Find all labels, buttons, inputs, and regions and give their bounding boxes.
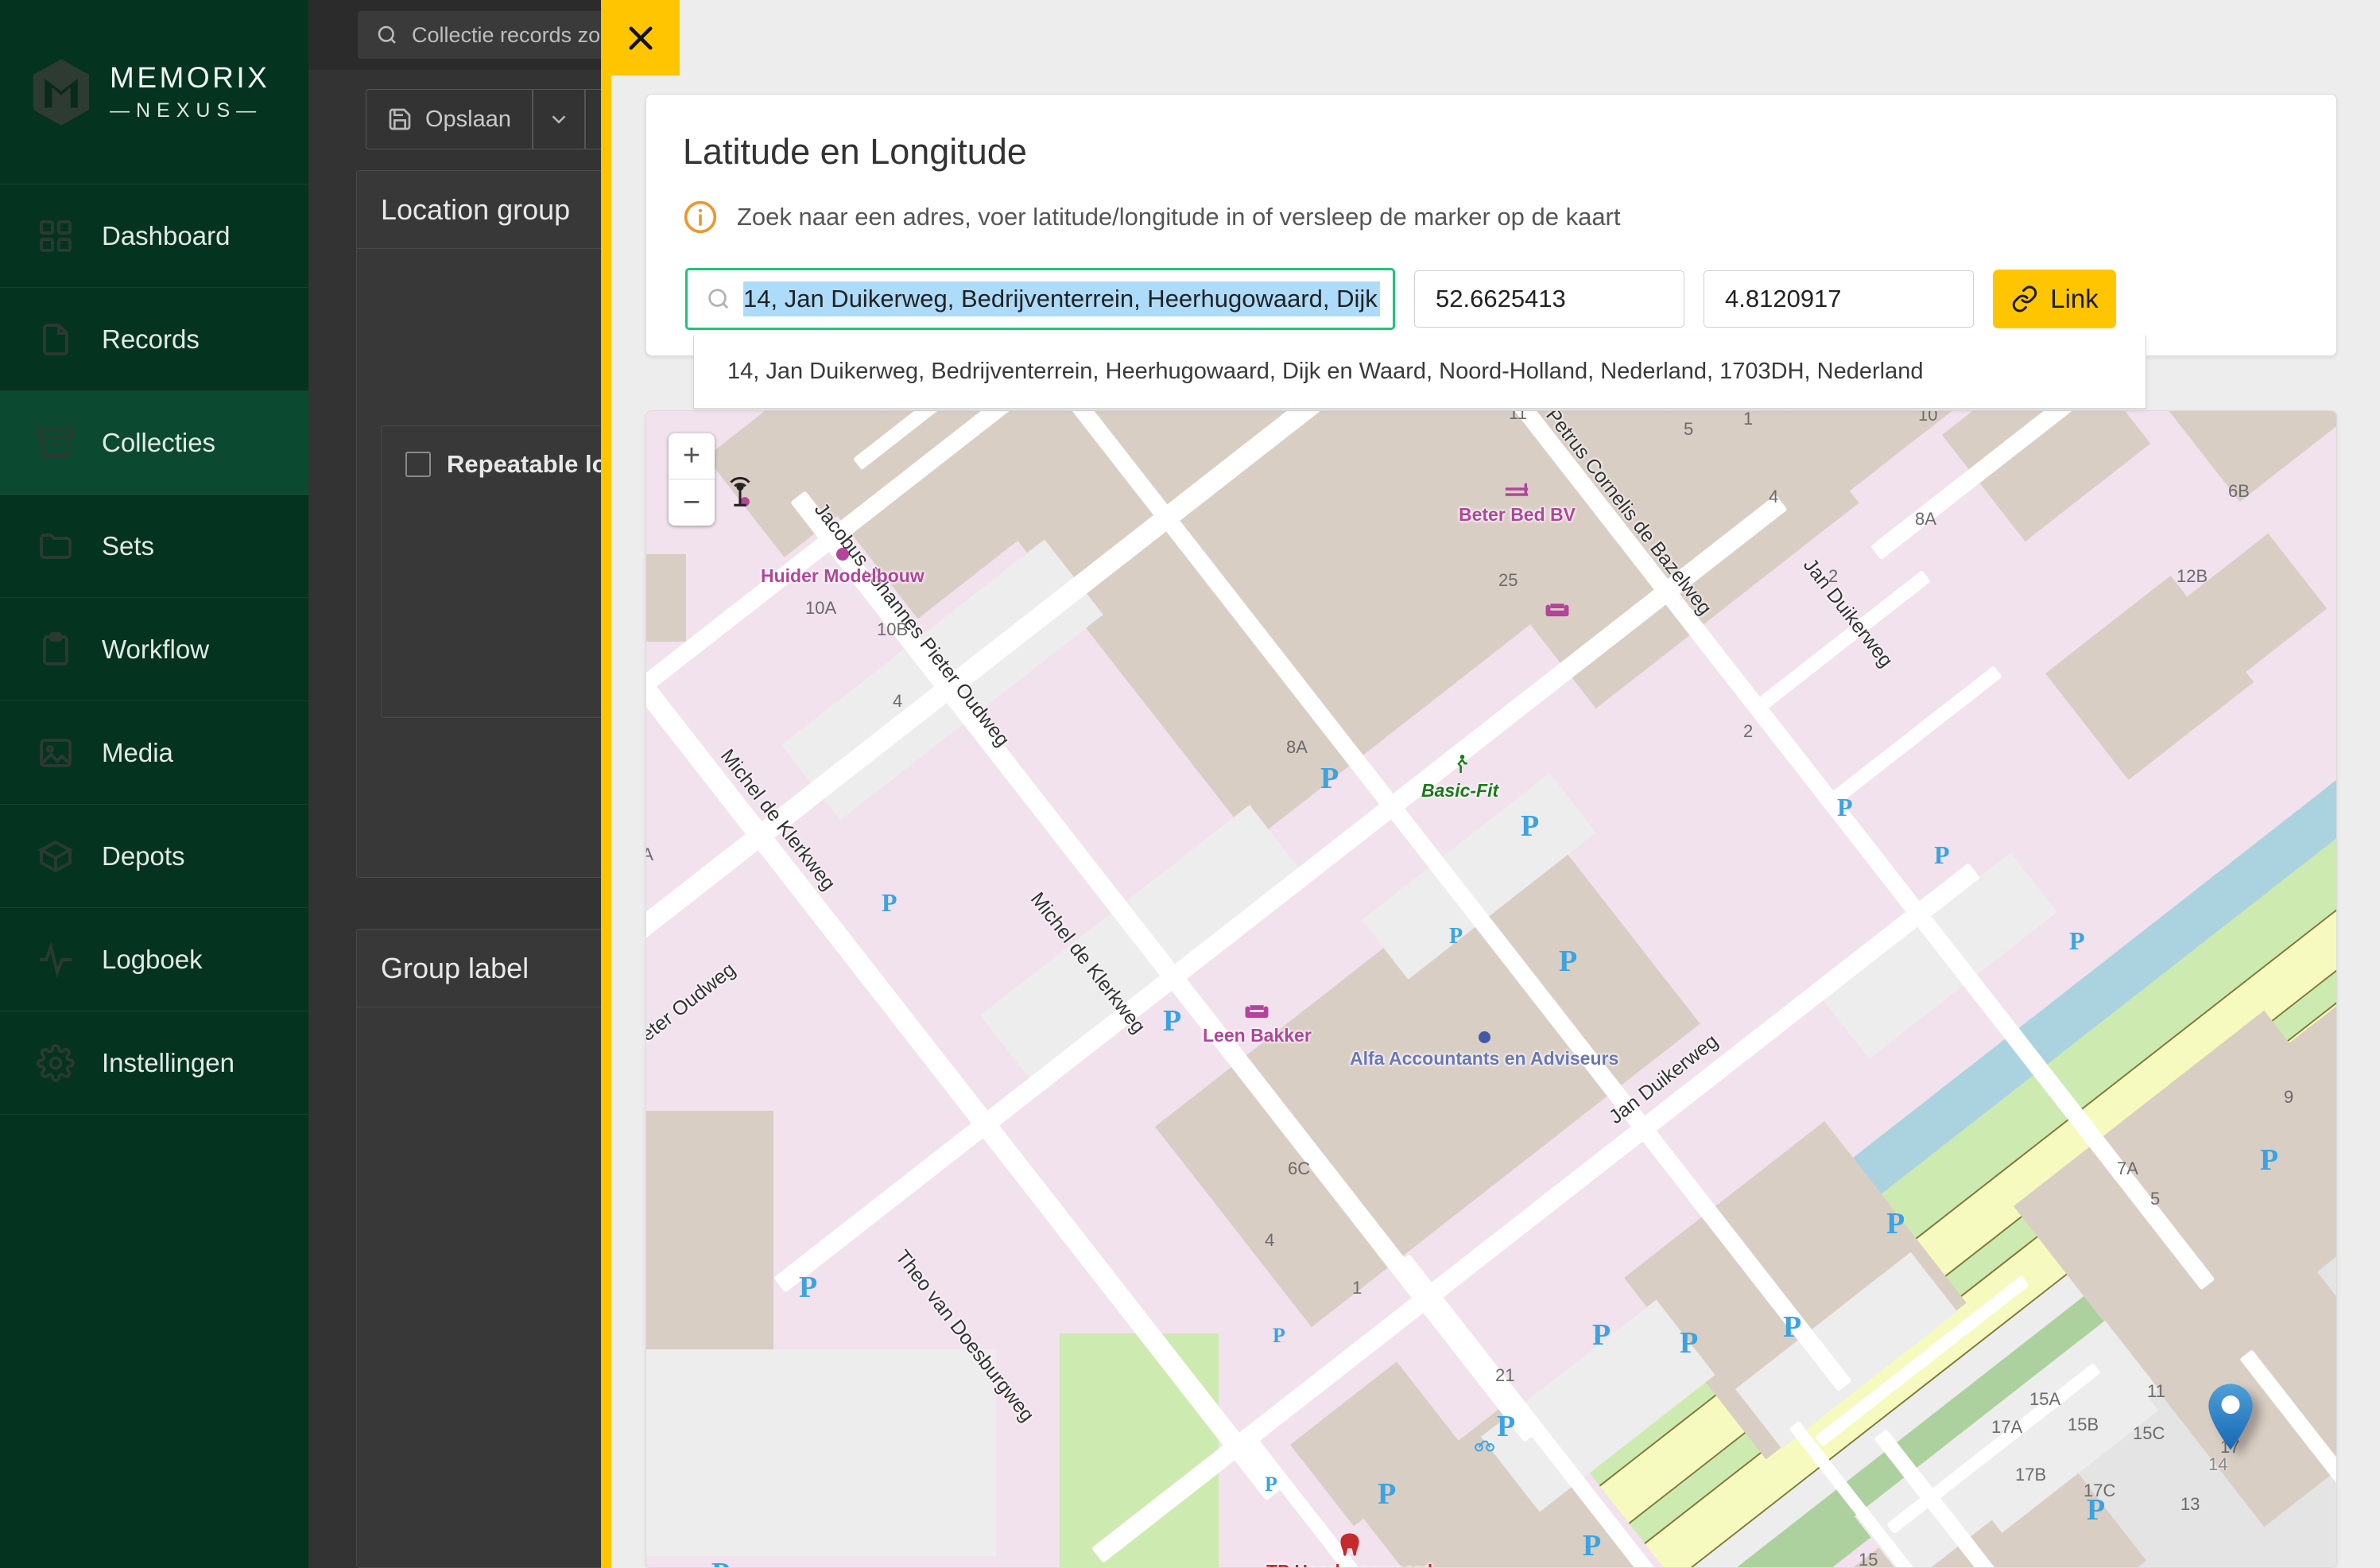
modal-hint-text: Zoek naar een adres, voer latitude/longi… <box>737 203 1621 231</box>
house-number: 6B <box>2228 481 2250 501</box>
parking-marker: P <box>1273 1324 1285 1347</box>
latitude-input[interactable]: 52.6625413 <box>1414 270 1684 328</box>
house-number: 12B <box>2176 566 2208 586</box>
map-card: Michel de Klerkweg Jacobus Johannes Piet… <box>645 410 2337 1568</box>
house-number: 2 <box>1743 721 1754 741</box>
poi-label: Beter Bed BV <box>1459 504 1576 525</box>
bed-icon <box>1506 483 1529 496</box>
house-number: 11 <box>1509 411 1527 423</box>
house-number: 10B <box>877 619 909 639</box>
parking-marker: P <box>1583 1529 1602 1562</box>
house-number: 17B <box>2015 1465 2047 1485</box>
parking-marker: P <box>1559 945 1578 978</box>
longitude-input[interactable]: 4.8120917 <box>1704 270 1974 328</box>
link-icon <box>2012 285 2037 312</box>
address-suggestion-item[interactable]: 14, Jan Duikerweg, Bedrijventerrein, Hee… <box>693 336 2146 409</box>
poi-label: Huider Modelbouw <box>761 565 924 586</box>
poi-label: Alfa Accountants en Adviseurs <box>1350 1048 1619 1069</box>
house-number: 4 <box>1265 1230 1275 1250</box>
search-row: 14, Jan Duikerweg, Bedrijventerrein, Hee… <box>685 268 2116 330</box>
modal-title: Latitude en Longitude <box>683 131 1027 172</box>
house-number: 5 <box>1684 419 1694 439</box>
parking-marker: P <box>2260 1143 2279 1177</box>
parking-marker: P <box>1449 924 1463 949</box>
house-number: 15B <box>2068 1415 2099 1434</box>
house-number: 6C <box>1288 1159 1311 1178</box>
parking-marker: P <box>711 1556 730 1567</box>
house-number: 1 <box>1743 411 1754 429</box>
sofa-icon <box>1245 1005 1269 1019</box>
house-number: 4 <box>893 691 903 711</box>
house-number: 10 <box>1918 411 1938 425</box>
parking-marker: P <box>1680 1326 1699 1360</box>
poi-dot <box>1478 1031 1490 1043</box>
bicycle-parking-icon <box>1475 1440 1494 1452</box>
zoom-in-button[interactable]: + <box>669 433 715 479</box>
parking-marker: P <box>2069 926 2085 955</box>
map-pin-icon <box>2208 1384 2253 1450</box>
house-number: 11 <box>2147 1381 2165 1401</box>
parking-marker: P <box>882 888 897 917</box>
parking-marker: P <box>1592 1318 1611 1352</box>
map-zoom-controls[interactable]: + − <box>669 433 715 526</box>
poi-label: TP Heerhugowaard <box>1266 1561 1432 1567</box>
house-number: 13 <box>2180 1494 2200 1514</box>
address-suggestion-text: 14, Jan Duikerweg, Bedrijventerrein, Hee… <box>727 359 1924 384</box>
parking-marker: P <box>1378 1477 1397 1511</box>
house-number: 6A <box>646 844 653 865</box>
parking-marker: P <box>1886 1207 1905 1240</box>
poi-dot <box>835 548 849 561</box>
map-canvas[interactable]: Michel de Klerkweg Jacobus Johannes Piet… <box>646 411 2336 1567</box>
house-number: 15C <box>2133 1423 2165 1443</box>
marker-house-number: 14 <box>2208 1454 2228 1474</box>
house-number: 9 <box>2284 1087 2294 1107</box>
house-number: 4 <box>1769 487 1779 506</box>
zoom-out-button[interactable]: − <box>669 479 715 526</box>
house-number: 17A <box>1991 1417 2023 1437</box>
house-number: 8A <box>1915 509 1936 529</box>
parking-marker: P <box>1783 1310 1802 1344</box>
parking-marker: P <box>2087 1493 2106 1527</box>
address-search-value: 14, Jan Duikerweg, Bedrijventerrein, Hee… <box>743 281 1380 316</box>
modal-overlay: Latitude en Longitude Zoek naar een adre… <box>0 0 2380 1568</box>
address-search-input[interactable]: 14, Jan Duikerweg, Bedrijventerrein, Hee… <box>685 268 1395 330</box>
screen: MEMORIX —NEXUS— Dashboard Records Collec… <box>0 0 2380 1568</box>
location-marker[interactable] <box>2206 1383 2255 1451</box>
parking-marker: P <box>1497 1410 1516 1443</box>
parking-marker: P <box>1163 1004 1182 1038</box>
parking-marker: P <box>1265 1473 1277 1496</box>
house-number: 15 <box>1859 1550 1878 1567</box>
house-number: 1 <box>1352 1278 1362 1298</box>
house-number: 21 <box>1495 1365 1515 1385</box>
house-number: 7A <box>2117 1159 2138 1178</box>
house-number: 5 <box>2150 1189 2161 1209</box>
tooth-icon <box>1340 1533 1359 1556</box>
close-icon <box>628 25 653 50</box>
parking-marker: P <box>1837 793 1853 821</box>
sofa-icon <box>1545 604 1569 617</box>
house-number: 25 <box>1498 570 1518 590</box>
parking-marker: P <box>799 1271 818 1304</box>
parking-marker: P <box>1934 840 1950 869</box>
antenna-icon <box>730 476 750 506</box>
info-icon <box>684 200 717 234</box>
poi-label: Basic-Fit <box>1421 780 1499 801</box>
link-button-label: Link <box>2050 284 2099 313</box>
modal-close-button[interactable] <box>601 0 680 76</box>
parking-marker: P <box>1521 809 1540 843</box>
house-number: 15A <box>2029 1389 2061 1409</box>
house-number: 10A <box>805 598 837 618</box>
parking-marker: P <box>1320 762 1339 795</box>
house-number: 2 <box>1828 566 1839 586</box>
poi-label: Leen Bakker <box>1203 1025 1312 1046</box>
link-button[interactable]: Link <box>1993 270 2116 328</box>
search-icon <box>708 289 729 309</box>
running-icon <box>1456 755 1467 773</box>
house-number: 8A <box>1286 737 1308 757</box>
